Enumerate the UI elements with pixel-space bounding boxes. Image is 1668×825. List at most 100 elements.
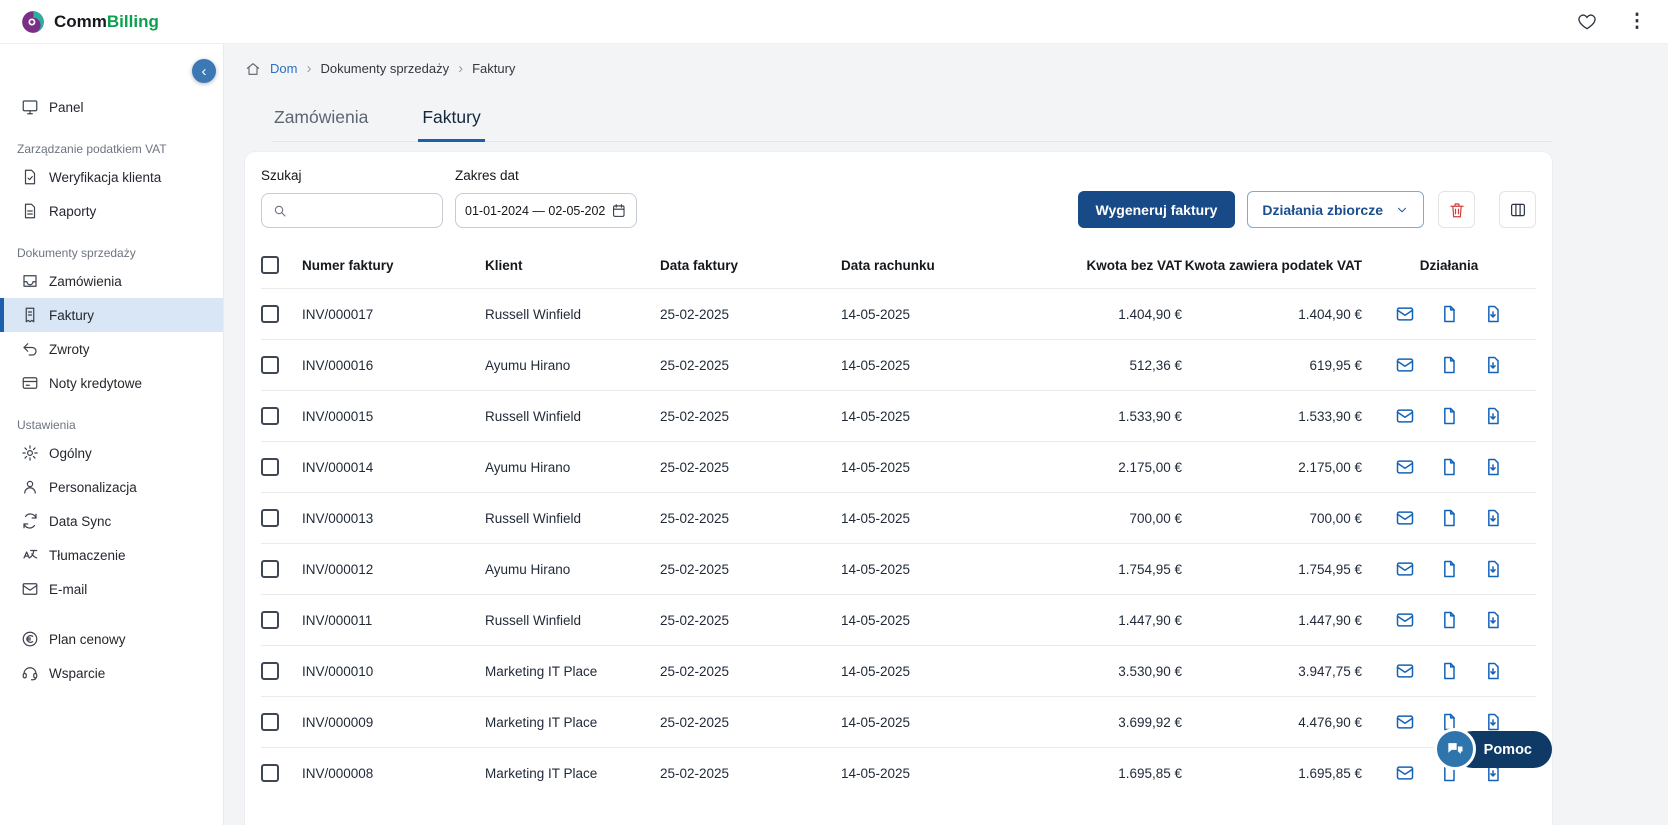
favorites-heart-icon[interactable] <box>1576 11 1598 33</box>
search-box <box>261 193 443 228</box>
column-settings-button[interactable] <box>1499 191 1536 228</box>
row-checkbox[interactable] <box>261 560 279 578</box>
download-document-icon[interactable] <box>1483 508 1503 528</box>
date-range-input[interactable]: 01-01-2024 — 02-05-202 <box>455 193 637 228</box>
send-email-icon[interactable] <box>1395 304 1415 324</box>
breadcrumb-item-dokumenty[interactable]: Dokumenty sprzedaży <box>320 61 449 76</box>
invoice-date-cell: 25-02-2025 <box>660 442 841 493</box>
sidebar-item-label: Faktury <box>49 308 94 323</box>
envelope-icon <box>21 580 39 598</box>
send-email-icon[interactable] <box>1395 355 1415 375</box>
invoice-number-cell: INV/000008 <box>302 748 485 799</box>
row-checkbox[interactable] <box>261 509 279 527</box>
sidebar-item-email[interactable]: E-mail <box>0 572 223 606</box>
document-check-icon <box>21 168 39 186</box>
sidebar-item-ogolny[interactable]: Ogólny <box>0 436 223 470</box>
invoice-date-cell: 25-02-2025 <box>660 748 841 799</box>
send-email-icon[interactable] <box>1395 457 1415 477</box>
gear-icon <box>21 444 39 462</box>
row-checkbox[interactable] <box>261 407 279 425</box>
sidebar-collapse-button[interactable]: ‹ <box>192 59 216 83</box>
gross-amount-cell: 1.404,90 € <box>1182 289 1362 340</box>
client-cell: Ayumu Hirano <box>485 340 660 391</box>
document-icon[interactable] <box>1439 406 1459 426</box>
download-document-icon[interactable] <box>1483 304 1503 324</box>
download-document-icon[interactable] <box>1483 406 1503 426</box>
generate-invoices-button[interactable]: Wygeneruj faktury <box>1078 191 1236 228</box>
home-icon[interactable] <box>245 61 261 77</box>
row-checkbox[interactable] <box>261 611 279 629</box>
sidebar: Panel Zarządzanie podatkiem VAT Weryfika… <box>0 44 224 825</box>
download-document-icon[interactable] <box>1483 661 1503 681</box>
sidebar-item-wsparcie[interactable]: Wsparcie <box>0 656 223 690</box>
sidebar-item-data-sync[interactable]: Data Sync <box>0 504 223 538</box>
sidebar-item-label: Data Sync <box>49 514 111 529</box>
invoice-number-cell: INV/000013 <box>302 493 485 544</box>
table-row: INV/000013 Russell Winfield 25-02-2025 1… <box>261 493 1536 544</box>
row-checkbox[interactable] <box>261 356 279 374</box>
tab-faktury[interactable]: Faktury <box>420 97 482 141</box>
overflow-menu-icon[interactable]: ⋮ <box>1626 11 1648 33</box>
sidebar-item-panel[interactable]: Panel <box>0 90 223 124</box>
bulk-actions-button[interactable]: Działania zbiorcze <box>1247 191 1424 228</box>
sidebar-item-faktury[interactable]: Faktury <box>0 298 223 332</box>
document-icon[interactable] <box>1439 355 1459 375</box>
row-checkbox[interactable] <box>261 305 279 323</box>
client-cell: Marketing IT Place <box>485 748 660 799</box>
chevron-right-icon: › <box>306 60 311 77</box>
row-checkbox[interactable] <box>261 764 279 782</box>
sidebar-item-tlumaczenie[interactable]: Tłumaczenie <box>0 538 223 572</box>
row-checkbox[interactable] <box>261 458 279 476</box>
download-document-icon[interactable] <box>1483 559 1503 579</box>
trash-icon <box>1448 201 1466 219</box>
select-all-checkbox[interactable] <box>261 256 279 274</box>
bill-date-cell: 14-05-2025 <box>841 493 1001 544</box>
send-email-icon[interactable] <box>1395 610 1415 630</box>
document-icon[interactable] <box>1439 661 1459 681</box>
report-icon <box>21 202 39 220</box>
help-button[interactable]: Pomoc <box>1454 731 1552 768</box>
invoice-date-cell: 25-02-2025 <box>660 493 841 544</box>
sidebar-item-zamowienia[interactable]: Zamówienia <box>0 264 223 298</box>
document-icon[interactable] <box>1439 304 1459 324</box>
delete-button[interactable] <box>1438 191 1475 228</box>
send-email-icon[interactable] <box>1395 763 1415 783</box>
sidebar-item-weryfikacja-klienta[interactable]: Weryfikacja klienta <box>0 160 223 194</box>
document-icon[interactable] <box>1439 610 1459 630</box>
date-filter: Zakres dat 01-01-2024 — 02-05-202 <box>455 166 637 228</box>
table-row: INV/000008 Marketing IT Place 25-02-2025… <box>261 748 1536 799</box>
document-icon[interactable] <box>1439 457 1459 477</box>
download-document-icon[interactable] <box>1483 355 1503 375</box>
bill-date-cell: 14-05-2025 <box>841 697 1001 748</box>
document-icon[interactable] <box>1439 508 1459 528</box>
bill-date-cell: 14-05-2025 <box>841 544 1001 595</box>
invoices-card: Szukaj Zakres dat 01-01-2024 — 02-05-202… <box>245 152 1552 825</box>
breadcrumb-item-faktury[interactable]: Faktury <box>472 61 515 76</box>
row-checkbox[interactable] <box>261 713 279 731</box>
download-document-icon[interactable] <box>1483 610 1503 630</box>
support-icon <box>21 664 39 682</box>
tab-zamowienia[interactable]: Zamówienia <box>272 97 370 141</box>
download-document-icon[interactable] <box>1483 712 1503 732</box>
bill-date-cell: 14-05-2025 <box>841 340 1001 391</box>
gross-amount-cell: 1.754,95 € <box>1182 544 1362 595</box>
net-amount-cell: 1.404,90 € <box>1001 289 1182 340</box>
send-email-icon[interactable] <box>1395 559 1415 579</box>
client-cell: Marketing IT Place <box>485 697 660 748</box>
document-icon[interactable] <box>1439 559 1459 579</box>
send-email-icon[interactable] <box>1395 712 1415 732</box>
breadcrumb-item-dom[interactable]: Dom <box>270 61 297 76</box>
sidebar-item-personalizacja[interactable]: Personalizacja <box>0 470 223 504</box>
sidebar-item-raporty[interactable]: Raporty <box>0 194 223 228</box>
sidebar-item-noty-kredytowe[interactable]: Noty kredytowe <box>0 366 223 400</box>
send-email-icon[interactable] <box>1395 406 1415 426</box>
send-email-icon[interactable] <box>1395 661 1415 681</box>
send-email-icon[interactable] <box>1395 508 1415 528</box>
download-document-icon[interactable] <box>1483 457 1503 477</box>
row-checkbox[interactable] <box>261 662 279 680</box>
sidebar-item-zwroty[interactable]: Zwroty <box>0 332 223 366</box>
search-input[interactable] <box>294 203 432 218</box>
brand-name: CommBilling <box>54 12 159 32</box>
sidebar-item-label: Zwroty <box>49 342 90 357</box>
sidebar-item-plan-cenowy[interactable]: Plan cenowy <box>0 622 223 656</box>
